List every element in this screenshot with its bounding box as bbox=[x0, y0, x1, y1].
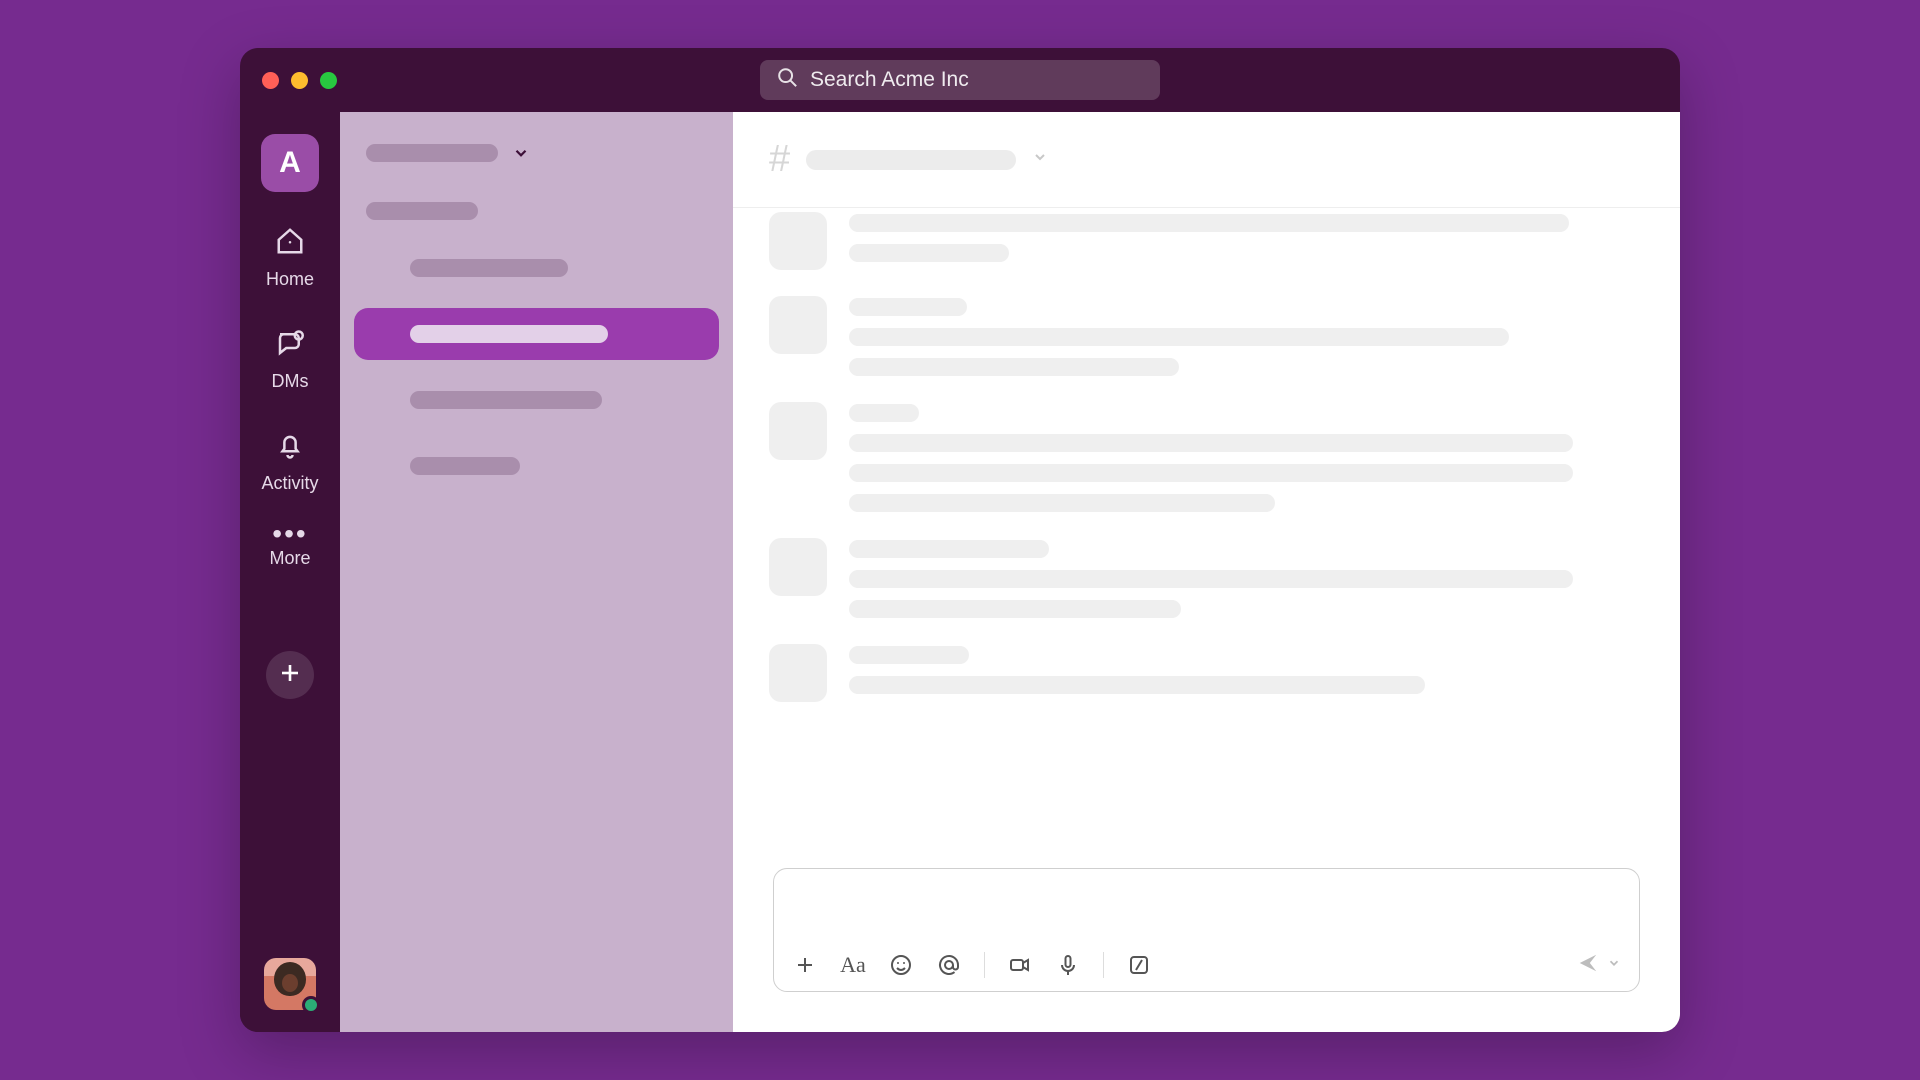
nav-activity-label: Activity bbox=[261, 473, 318, 494]
mention-button[interactable] bbox=[936, 952, 962, 978]
app-window: Search Acme Inc A Home DMs bbox=[240, 48, 1680, 1032]
toolbar-separator bbox=[1103, 952, 1104, 978]
chevron-down-icon bbox=[1607, 956, 1621, 975]
channel-sidebar bbox=[340, 112, 733, 1032]
text-line-placeholder bbox=[849, 214, 1569, 232]
workspace-initial: A bbox=[279, 146, 301, 180]
text-line-placeholder bbox=[849, 570, 1573, 588]
maximize-window-button[interactable] bbox=[320, 72, 337, 89]
channel-item[interactable] bbox=[354, 440, 719, 492]
workspace-switcher[interactable]: A bbox=[261, 134, 319, 192]
audio-button[interactable] bbox=[1055, 952, 1081, 978]
text-line-placeholder bbox=[849, 646, 969, 664]
search-placeholder: Search Acme Inc bbox=[810, 68, 969, 92]
channel-header[interactable]: # bbox=[733, 112, 1680, 208]
channel-name-placeholder bbox=[806, 150, 1016, 170]
message bbox=[769, 644, 1640, 702]
channel-item[interactable] bbox=[354, 242, 719, 294]
message-composer[interactable]: Aa bbox=[773, 868, 1640, 992]
message bbox=[769, 296, 1640, 376]
channel-name-placeholder bbox=[410, 259, 568, 277]
dms-icon bbox=[275, 328, 305, 363]
chevron-down-icon bbox=[1032, 149, 1048, 170]
text-line-placeholder bbox=[849, 358, 1179, 376]
channel-name-placeholder bbox=[410, 325, 608, 343]
home-icon bbox=[275, 226, 305, 261]
message-body bbox=[849, 212, 1640, 270]
message bbox=[769, 538, 1640, 618]
nav-activity[interactable]: Activity bbox=[261, 430, 318, 494]
text-line-placeholder bbox=[849, 676, 1425, 694]
send-button[interactable] bbox=[1577, 952, 1621, 979]
composer-input[interactable] bbox=[774, 869, 1639, 939]
send-icon bbox=[1577, 952, 1599, 979]
chevron-down-icon bbox=[512, 144, 530, 162]
more-icon: ••• bbox=[272, 528, 307, 540]
minimize-window-button[interactable] bbox=[291, 72, 308, 89]
text-line-placeholder bbox=[849, 244, 1009, 262]
message-avatar bbox=[769, 296, 827, 354]
text-line-placeholder bbox=[849, 328, 1509, 346]
nav-home-label: Home bbox=[266, 269, 314, 290]
nav-more-label: More bbox=[269, 548, 310, 569]
video-button[interactable] bbox=[1007, 952, 1033, 978]
text-line-placeholder bbox=[849, 404, 919, 422]
message-body bbox=[849, 538, 1640, 618]
message bbox=[769, 212, 1640, 270]
nav-rail: A Home DMs Activity • bbox=[240, 112, 340, 1032]
nav-dms-label: DMs bbox=[272, 371, 309, 392]
main-pane: # Aa bbox=[733, 112, 1680, 1032]
text-line-placeholder bbox=[849, 434, 1573, 452]
close-window-button[interactable] bbox=[262, 72, 279, 89]
message bbox=[769, 402, 1640, 512]
user-menu[interactable] bbox=[264, 958, 316, 1010]
titlebar: Search Acme Inc bbox=[240, 48, 1680, 112]
channel-list bbox=[354, 242, 719, 492]
window-controls bbox=[240, 72, 337, 89]
text-line-placeholder bbox=[849, 600, 1181, 618]
format-button[interactable]: Aa bbox=[840, 952, 866, 978]
toolbar-separator bbox=[984, 952, 985, 978]
message-body bbox=[849, 296, 1640, 376]
composer-toolbar: Aa bbox=[774, 939, 1639, 991]
channel-item[interactable] bbox=[354, 374, 719, 426]
plus-icon bbox=[278, 661, 302, 690]
channel-name-placeholder bbox=[410, 391, 602, 409]
search-icon bbox=[776, 66, 798, 94]
attach-button[interactable] bbox=[792, 952, 818, 978]
section-label-placeholder bbox=[366, 202, 478, 220]
search-input[interactable]: Search Acme Inc bbox=[760, 60, 1160, 100]
text-line-placeholder bbox=[849, 494, 1275, 512]
bell-icon bbox=[275, 430, 305, 465]
text-line-placeholder bbox=[849, 298, 967, 316]
emoji-button[interactable] bbox=[888, 952, 914, 978]
message-avatar bbox=[769, 402, 827, 460]
message-list bbox=[733, 208, 1680, 868]
message-body bbox=[849, 644, 1640, 702]
create-new-button[interactable] bbox=[266, 651, 314, 699]
workspace-name-placeholder bbox=[366, 144, 498, 162]
workspace-header[interactable] bbox=[354, 144, 719, 162]
nav-dms[interactable]: DMs bbox=[272, 328, 309, 392]
message-body bbox=[849, 402, 1640, 512]
hash-icon: # bbox=[769, 138, 790, 181]
message-avatar bbox=[769, 644, 827, 702]
channel-name-placeholder bbox=[410, 457, 520, 475]
message-avatar bbox=[769, 538, 827, 596]
presence-indicator bbox=[302, 996, 320, 1014]
text-line-placeholder bbox=[849, 464, 1573, 482]
nav-home[interactable]: Home bbox=[266, 226, 314, 290]
message-avatar bbox=[769, 212, 827, 270]
slash-command-button[interactable] bbox=[1126, 952, 1152, 978]
nav-more[interactable]: ••• More bbox=[269, 532, 310, 569]
channel-item[interactable] bbox=[354, 308, 719, 360]
text-line-placeholder bbox=[849, 540, 1049, 558]
